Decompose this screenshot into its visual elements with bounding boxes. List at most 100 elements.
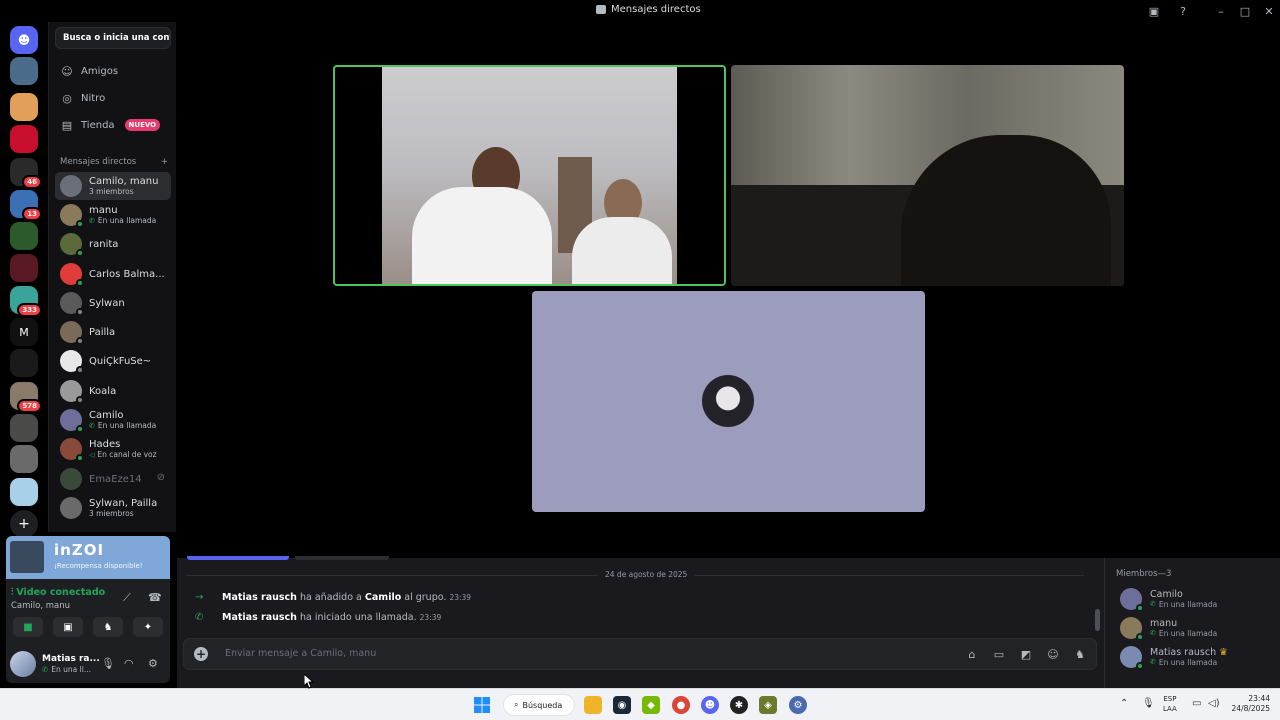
nav-friends[interactable]: ☺ Amigos: [55, 59, 171, 83]
apps-icon[interactable]: ♞: [1073, 647, 1087, 661]
add-server-button[interactable]: +: [10, 510, 38, 538]
server-icon[interactable]: [10, 445, 38, 473]
start-icon[interactable]: [473, 696, 491, 714]
server-icon[interactable]: 578: [10, 382, 42, 413]
attach-plus-icon[interactable]: +: [194, 647, 208, 661]
member-item[interactable]: Camilo ✆ En una llamada: [1120, 588, 1217, 612]
server-icon[interactable]: [10, 414, 38, 442]
network-icon[interactable]: ▭: [1192, 698, 1201, 709]
inbox-icon[interactable]: ▣: [1146, 3, 1162, 19]
settings-gear-icon[interactable]: ⚙: [148, 657, 158, 670]
dm-item[interactable]: Koala: [55, 377, 171, 405]
discord-taskbar-icon[interactable]: ☻: [701, 696, 719, 714]
dm-item[interactable]: Hades ◁ En canal de voz: [55, 435, 171, 463]
search-input[interactable]: Busca o inicia una conv...: [55, 27, 171, 49]
help-icon[interactable]: ?: [1175, 3, 1191, 19]
steam-icon[interactable]: ◉: [613, 696, 631, 714]
message-target[interactable]: Camilo: [365, 592, 401, 603]
dm-item[interactable]: ranita: [55, 230, 171, 258]
server-icon[interactable]: [10, 349, 38, 377]
sticker-icon[interactable]: ◩: [1019, 647, 1033, 661]
microphone-icon[interactable]: 🎙︎: [1142, 698, 1155, 709]
video-tile-speaking[interactable]: [333, 65, 726, 286]
server-icon[interactable]: 13: [10, 190, 42, 221]
dm-item[interactable]: Sylwan: [55, 289, 171, 317]
server-icon[interactable]: [10, 125, 38, 153]
server-icon[interactable]: [10, 222, 38, 250]
avatar: [60, 263, 84, 287]
member-status-text: En una llamada: [1158, 628, 1218, 638]
maximize-button[interactable]: □: [1237, 3, 1253, 19]
nav-nitro[interactable]: ◎ Nitro: [55, 86, 171, 110]
file-explorer-icon[interactable]: [584, 696, 602, 714]
dm-item[interactable]: Sylwan, Pailla 3 miembros: [55, 494, 171, 522]
dm-item[interactable]: Carlos Balma...: [55, 260, 171, 288]
dm-item[interactable]: Pailla: [55, 318, 171, 346]
server-icon[interactable]: [10, 93, 38, 121]
shop-icon: ▤: [61, 118, 73, 132]
soundboard-button[interactable]: ✦: [133, 617, 163, 637]
scrollbar[interactable]: [1095, 609, 1100, 631]
dm-text: Camilo, manu 3 miembros: [89, 176, 158, 197]
video-tile[interactable]: [731, 65, 1124, 286]
dm-item[interactable]: QuiÇkFuSe~: [55, 347, 171, 375]
nav-shop[interactable]: ▤ Tienda NUEVO: [55, 113, 171, 137]
gif-icon[interactable]: ▭: [992, 647, 1006, 661]
member-item[interactable]: manu ✆ En una llamada: [1120, 617, 1218, 641]
message-composer[interactable]: + Enviar mensaje a Camilo, manu ⌂ ▭ ◩ ☺ …: [183, 638, 1097, 670]
server-icon[interactable]: [10, 254, 38, 282]
server-icon[interactable]: 46: [10, 158, 42, 189]
avatar-tile[interactable]: [532, 291, 925, 512]
message-author[interactable]: Matias rausch: [222, 612, 297, 623]
join-arrow-icon: →: [195, 592, 204, 603]
app-icon[interactable]: ◈: [759, 696, 777, 714]
headphones-icon[interactable]: ◠: [124, 657, 134, 670]
disconnect-icon[interactable]: ☎: [148, 591, 162, 604]
close-button[interactable]: ✕: [1261, 3, 1277, 19]
system-clock[interactable]: 23:44 24/8/2025: [1226, 694, 1270, 714]
message-author[interactable]: Matias rausch: [222, 592, 297, 603]
server-icon[interactable]: ☻: [10, 26, 38, 54]
chevron-up-icon[interactable]: ⌃: [1120, 698, 1128, 709]
dm-item[interactable]: EmaEze14 ⊘: [55, 465, 171, 493]
promo-banner[interactable]: inZOI ¡Recompensa disponible!: [6, 536, 170, 579]
taskbar-search[interactable]: ⌕ Búsqueda: [503, 694, 575, 716]
server-icon[interactable]: M: [10, 318, 38, 346]
server-icon[interactable]: [10, 57, 38, 85]
dm-item[interactable]: Camilo, manu 3 miembros: [55, 172, 171, 200]
avatar[interactable]: [10, 651, 36, 677]
microphone-icon[interactable]: 🎙︎: [101, 657, 115, 670]
server-icon[interactable]: 333: [10, 286, 42, 317]
member-item[interactable]: Matias rausch ♛ ✆ En una llamada: [1120, 646, 1228, 670]
stage-handle[interactable]: [187, 556, 289, 560]
server-icon[interactable]: [10, 478, 38, 506]
username[interactable]: Matias ra...: [42, 654, 100, 664]
dm-section-header: Mensajes directos +: [60, 157, 168, 167]
voice-status[interactable]: ⫶ Video conectado: [11, 587, 105, 598]
chrome-icon[interactable]: ●: [672, 696, 690, 714]
stage-handle[interactable]: [295, 556, 389, 560]
activity-button[interactable]: ♞: [93, 617, 123, 637]
emoji-icon[interactable]: ☺: [1046, 647, 1060, 661]
status-dot: [76, 337, 84, 345]
message-input[interactable]: Enviar mensaje a Camilo, manu: [225, 648, 376, 659]
settings-icon[interactable]: ⚙: [789, 696, 807, 714]
dm-item[interactable]: manu ✆ En una llamada: [55, 201, 171, 229]
noise-suppression-icon[interactable]: ⟋: [123, 591, 131, 605]
app-icon[interactable]: ✱: [730, 696, 748, 714]
os-taskbar: ⌕ Búsqueda ◉ ◆ ● ☻ ✱ ◈ ⚙ ⌃ 🎙︎ ESP LAA ▭ …: [0, 688, 1280, 720]
volume-icon[interactable]: ◁): [1208, 698, 1220, 709]
discord-home-icon: ☻: [10, 26, 38, 54]
gift-icon[interactable]: ⌂: [965, 647, 979, 661]
add-dm-button[interactable]: +: [161, 157, 168, 167]
eye-off-icon[interactable]: ⊘: [157, 472, 165, 483]
nvidia-icon[interactable]: ◆: [642, 696, 660, 714]
screen-share-button[interactable]: ▣: [53, 617, 83, 637]
dm-subtitle: ◁ En canal de voz: [89, 450, 157, 460]
camera-button[interactable]: ■: [13, 617, 43, 637]
minimize-button[interactable]: –: [1213, 3, 1229, 19]
dm-text: manu ✆ En una llamada: [89, 205, 156, 226]
dm-item[interactable]: Camilo ✆ En una llamada: [55, 406, 171, 434]
language-indicator[interactable]: ESP LAA: [1163, 694, 1177, 714]
clock-time: 23:44: [1248, 694, 1270, 703]
